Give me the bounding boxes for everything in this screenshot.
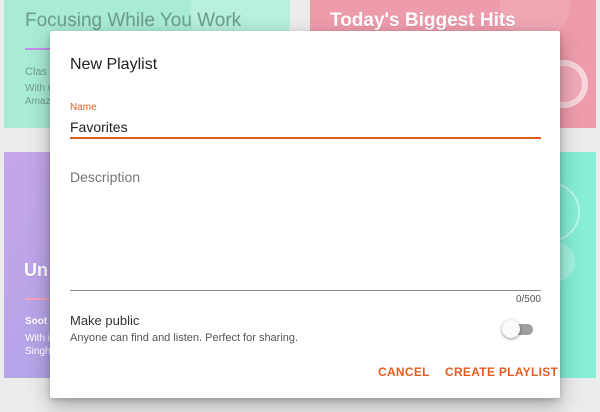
name-input[interactable] xyxy=(70,117,541,137)
name-field-label: Name xyxy=(70,102,97,113)
make-public-toggle[interactable] xyxy=(502,320,534,338)
name-field-underline xyxy=(70,137,541,139)
card-subtitle: Soot xyxy=(25,316,48,327)
toggle-thumb xyxy=(502,320,520,338)
card-subtitle: Clas xyxy=(25,66,48,78)
card-title: Today's Biggest Hits xyxy=(330,10,516,31)
card-title: Focusing While You Work xyxy=(25,10,242,31)
name-field: Name xyxy=(70,102,541,139)
make-public-label: Make public xyxy=(70,313,140,328)
description-field: 0/500 xyxy=(70,169,541,305)
card-description-line: Singh xyxy=(25,346,51,357)
new-playlist-dialog: New Playlist Name 0/500 Make public Anyo… xyxy=(50,31,560,398)
create-playlist-button[interactable]: CREATE PLAYLIST xyxy=(445,365,558,379)
card-title: Un xyxy=(24,260,48,280)
card-accent-line xyxy=(25,298,51,300)
card-accent-line xyxy=(25,48,51,50)
card-description-line: With i xyxy=(25,333,50,344)
dialog-title: New Playlist xyxy=(70,56,158,73)
card-description-line: Amaz xyxy=(25,96,51,107)
description-field-underline xyxy=(70,290,541,291)
description-input[interactable] xyxy=(70,169,541,289)
app-stage: Focusing While You Work Clas With C Amaz… xyxy=(0,0,600,412)
cancel-button[interactable]: CANCEL xyxy=(378,365,430,379)
character-counter: 0/500 xyxy=(515,294,541,305)
make-public-description: Anyone can find and listen. Perfect for … xyxy=(70,332,299,344)
